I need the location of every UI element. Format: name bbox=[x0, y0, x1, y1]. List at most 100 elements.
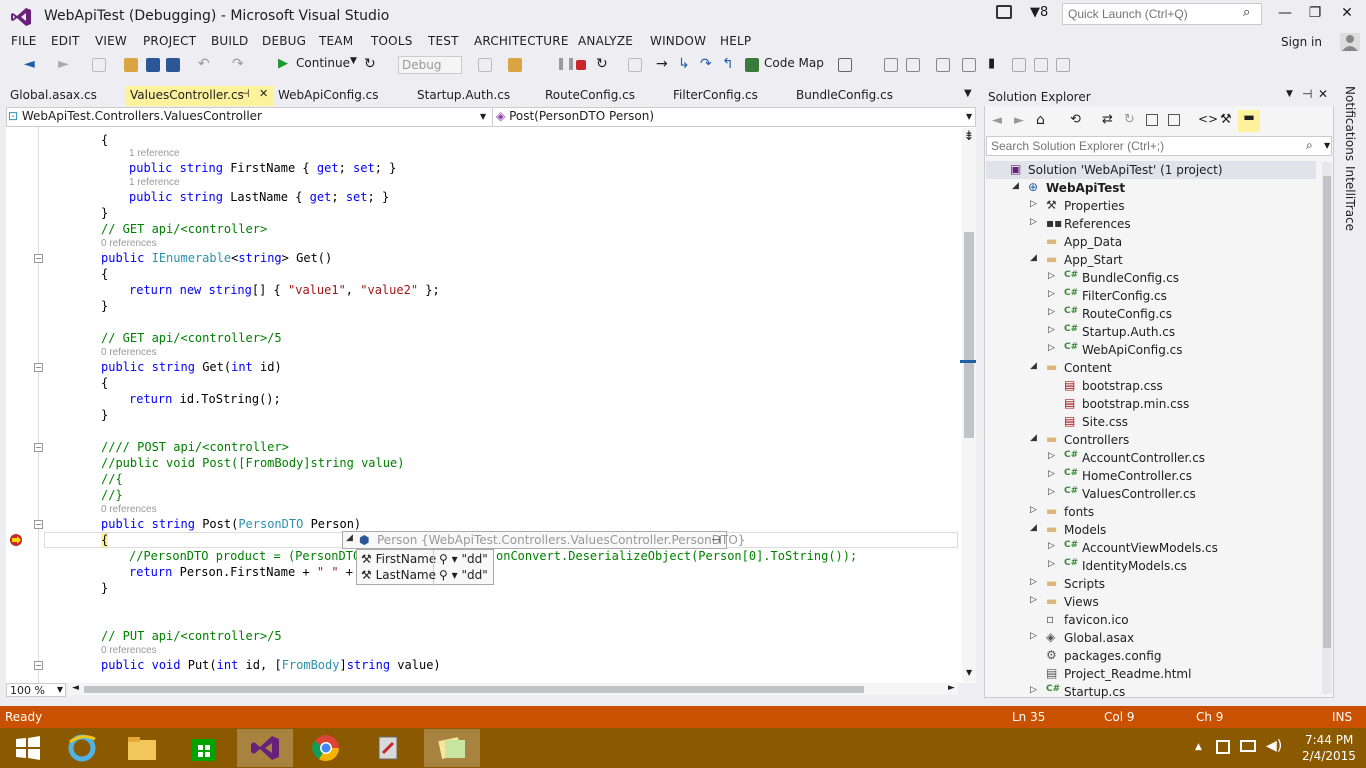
type-dropdown[interactable]: ⊡ WebApiTest.Controllers.ValuesControlle… bbox=[8, 109, 262, 123]
forward-icon[interactable]: ► bbox=[58, 56, 69, 74]
expand-arrow-icon[interactable]: ▷ bbox=[1048, 559, 1055, 569]
se-forward-icon[interactable]: ► bbox=[1014, 113, 1024, 128]
restart-icon[interactable]: ↻ bbox=[364, 56, 376, 74]
back-icon[interactable]: ◄ bbox=[24, 56, 35, 74]
stop-debugging-icon[interactable] bbox=[576, 60, 586, 70]
menu-window[interactable]: WINDOW bbox=[650, 34, 706, 48]
sign-in-link[interactable]: Sign in bbox=[1281, 35, 1322, 49]
next-bookmark-icon[interactable] bbox=[1034, 58, 1048, 72]
tab-overflow-icon[interactable]: ▼ bbox=[964, 88, 972, 99]
collapse-arrow-icon[interactable]: ◢ bbox=[1030, 361, 1037, 371]
collapse-all-icon[interactable] bbox=[1146, 114, 1158, 126]
clear-bookmark-icon[interactable] bbox=[1056, 58, 1070, 72]
action-center-icon[interactable] bbox=[1216, 740, 1230, 754]
expand-arrow-icon[interactable]: ▷ bbox=[1048, 469, 1055, 479]
search-magnifier-icon[interactable]: ⌕ bbox=[1306, 138, 1313, 153]
menu-test[interactable]: TEST bbox=[428, 34, 459, 48]
search-icon[interactable]: ⌕ bbox=[1243, 5, 1250, 20]
tree-item[interactable]: ▷ C# ValuesController.cs bbox=[986, 485, 1320, 503]
datatip-row[interactable]: ⚒ LastName bbox=[361, 568, 436, 582]
scroll-left-icon[interactable]: ◄ bbox=[72, 683, 79, 693]
pending-changes-icon[interactable]: ⇄ bbox=[1102, 112, 1113, 127]
datatip-row-value[interactable]: ⚲ ▾ "dd" bbox=[439, 568, 488, 582]
expand-arrow-icon[interactable]: ▷ bbox=[1048, 343, 1055, 353]
code-map-icon[interactable] bbox=[745, 58, 759, 72]
user-avatar[interactable] bbox=[1340, 33, 1360, 51]
layout-icon-1[interactable] bbox=[884, 58, 898, 72]
panel-close-icon[interactable]: ✕ bbox=[1318, 87, 1328, 101]
continue-button[interactable]: Continue bbox=[296, 56, 350, 74]
tree-item[interactable]: ▷ ▬ Scripts bbox=[986, 575, 1320, 593]
member-dropdown-arrow-icon[interactable]: ▼ bbox=[966, 112, 972, 121]
tree-item[interactable]: ▷ C# FilterConfig.cs bbox=[986, 287, 1320, 305]
magnifier-icon[interactable]: ⚲ bbox=[439, 552, 448, 566]
sticky-notes-icon[interactable] bbox=[424, 729, 480, 767]
minimize-button[interactable]: — bbox=[1270, 5, 1300, 23]
collapse-arrow-icon[interactable]: ◢ bbox=[1030, 253, 1037, 263]
menu-architecture[interactable]: ARCHITECTURE bbox=[474, 34, 569, 48]
tool-icon[interactable] bbox=[838, 58, 852, 72]
expand-arrow-icon[interactable]: ▷ bbox=[1048, 289, 1055, 299]
save-icon[interactable] bbox=[146, 58, 160, 72]
tree-item[interactable]: ▤ Site.css bbox=[986, 413, 1320, 431]
code-map-button[interactable]: Code Map bbox=[764, 56, 824, 74]
close-button[interactable]: ✕ bbox=[1332, 5, 1362, 23]
step-into-icon[interactable]: ↳ bbox=[678, 56, 690, 74]
collapse-toggle[interactable]: − bbox=[34, 520, 43, 529]
menu-file[interactable]: FILE bbox=[11, 34, 37, 48]
file-explorer-icon[interactable] bbox=[114, 729, 170, 767]
tab-bundleconfig[interactable]: BundleConfig.cs bbox=[796, 86, 893, 106]
menu-view[interactable]: VIEW bbox=[95, 34, 127, 48]
tree-item[interactable]: ▷ ◈ Global.asax bbox=[986, 629, 1320, 647]
tree-item[interactable]: ◢ ▬ App_Start bbox=[986, 251, 1320, 269]
continue-play-icon[interactable]: ▶ bbox=[278, 56, 288, 74]
visual-studio-taskbar-icon[interactable] bbox=[237, 729, 293, 767]
restart-debug-icon[interactable]: ↻ bbox=[596, 56, 608, 74]
type-dropdown-arrow-icon[interactable]: ▼ bbox=[480, 112, 486, 121]
open-folder-icon[interactable] bbox=[124, 58, 138, 72]
view-code-icon[interactable]: <> bbox=[1198, 112, 1218, 126]
tree-item[interactable]: ▷ C# IdentityModels.cs bbox=[986, 557, 1320, 575]
menu-analyze[interactable]: ANALYZE bbox=[578, 34, 633, 48]
collapse-datatip-icon[interactable]: ◢ bbox=[346, 533, 353, 543]
tree-item[interactable]: ▤ bootstrap.min.css bbox=[986, 395, 1320, 413]
expand-arrow-icon[interactable]: ▷ bbox=[1048, 451, 1055, 461]
tray-overflow-icon[interactable]: ▲ bbox=[1195, 742, 1202, 752]
datatip-row[interactable]: ⚒ FirstName bbox=[361, 552, 436, 566]
tree-item[interactable]: ◢ ▬ Controllers bbox=[986, 431, 1320, 449]
codelens-ref[interactable]: 1 reference bbox=[129, 177, 180, 188]
volume-icon[interactable]: ◀) bbox=[1266, 738, 1282, 754]
menu-tools[interactable]: TOOLS bbox=[371, 34, 413, 48]
tree-item[interactable]: ▷ C# HomeController.cs bbox=[986, 467, 1320, 485]
tree-item[interactable]: ⚙ packages.config bbox=[986, 647, 1320, 665]
menu-team[interactable]: TEAM bbox=[319, 34, 353, 48]
codelens-ref[interactable]: 0 references bbox=[101, 645, 157, 656]
scroll-down-icon[interactable]: ▼ bbox=[966, 668, 972, 677]
tree-item[interactable]: ▷ C# BundleConfig.cs bbox=[986, 269, 1320, 287]
horizontal-scroll-thumb[interactable] bbox=[84, 686, 864, 693]
tree-item[interactable]: ▷ ▪▪ References bbox=[986, 215, 1320, 233]
tree-item[interactable]: ▣ Solution 'WebApiTest' (1 project) bbox=[986, 161, 1316, 179]
properties-wrench-icon[interactable]: ⚒ bbox=[1220, 112, 1232, 127]
step-over-icon[interactable]: ↷ bbox=[700, 56, 712, 74]
expand-arrow-icon[interactable]: ▷ bbox=[1048, 307, 1055, 317]
start-button[interactable] bbox=[0, 729, 56, 767]
expand-arrow-icon[interactable]: ▷ bbox=[1048, 487, 1055, 497]
magnifier-icon[interactable]: ⚲ bbox=[439, 568, 448, 582]
refresh-icon[interactable]: ↻ bbox=[1124, 112, 1135, 127]
collapse-toggle[interactable]: − bbox=[34, 661, 43, 670]
pin-icon[interactable]: ⊣ bbox=[240, 87, 250, 100]
bookmark-icon[interactable]: ▮ bbox=[988, 56, 995, 74]
tab-startup-auth[interactable]: Startup.Auth.cs bbox=[417, 86, 510, 106]
menu-debug[interactable]: DEBUG bbox=[262, 34, 306, 48]
home-icon[interactable]: ⌂ bbox=[1036, 112, 1045, 128]
menu-edit[interactable]: EDIT bbox=[51, 34, 80, 48]
menu-help[interactable]: HELP bbox=[720, 34, 751, 48]
break-all-icon[interactable]: ❚❚ bbox=[556, 56, 576, 74]
member-dropdown[interactable]: ◈ Post(PersonDTO Person) bbox=[496, 109, 654, 123]
preview-icon[interactable]: ▬ bbox=[1238, 110, 1260, 132]
codelens-ref[interactable]: 1 reference bbox=[129, 148, 180, 159]
vertical-scroll-thumb[interactable] bbox=[964, 232, 974, 438]
close-tab-icon[interactable]: ✕ bbox=[259, 87, 268, 100]
tab-routeconfig[interactable]: RouteConfig.cs bbox=[545, 86, 635, 106]
